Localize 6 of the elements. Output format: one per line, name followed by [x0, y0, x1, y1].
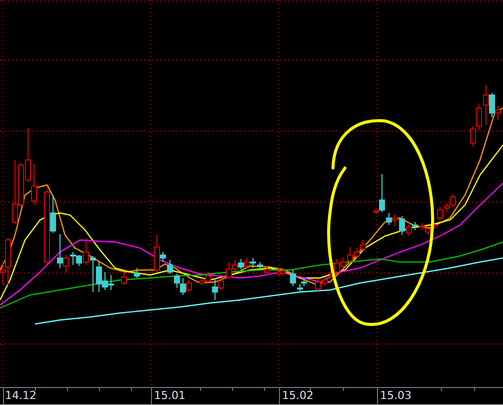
axis-label: 15.01 — [154, 389, 186, 403]
axis-label: 14.12 — [5, 389, 36, 403]
candlestick — [134, 268, 140, 278]
candlestick — [121, 272, 127, 286]
axis-label: 15.03 — [380, 389, 412, 403]
axis-label: 15.02 — [282, 389, 314, 403]
